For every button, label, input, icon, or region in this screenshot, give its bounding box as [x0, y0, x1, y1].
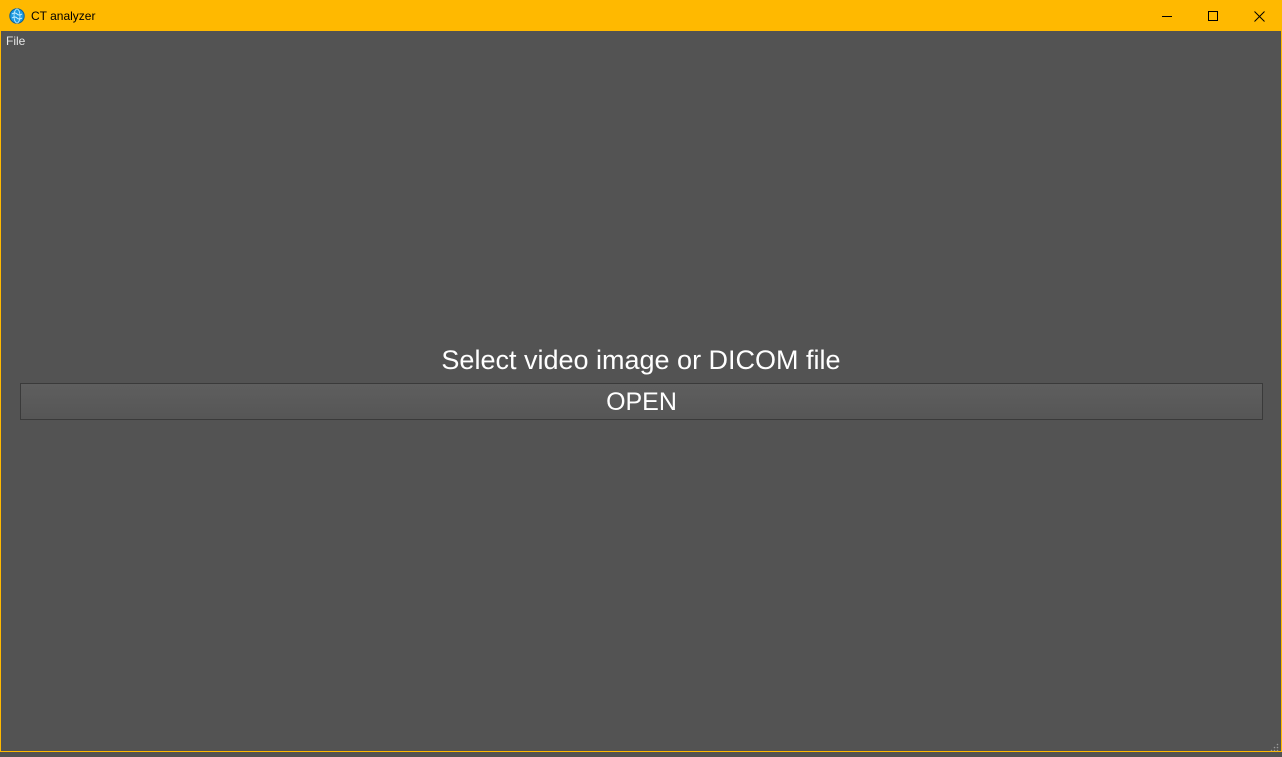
minimize-icon	[1162, 11, 1172, 21]
open-button[interactable]: OPEN	[20, 383, 1263, 420]
close-icon	[1253, 10, 1265, 22]
app-globe-icon	[9, 8, 25, 24]
maximize-icon	[1208, 11, 1218, 21]
close-button[interactable]	[1236, 1, 1282, 31]
minimize-button[interactable]	[1144, 1, 1190, 31]
resize-grip-icon[interactable]	[1269, 739, 1279, 752]
maximize-button[interactable]	[1190, 1, 1236, 31]
app-window: CT analyzer File Select video image or D…	[0, 0, 1282, 752]
title-bar[interactable]: CT analyzer	[1, 1, 1281, 31]
menu-file[interactable]: File	[5, 34, 26, 48]
select-file-prompt: Select video image or DICOM file	[441, 345, 841, 375]
menu-bar: File	[1, 31, 1281, 50]
window-title: CT analyzer	[31, 9, 96, 23]
